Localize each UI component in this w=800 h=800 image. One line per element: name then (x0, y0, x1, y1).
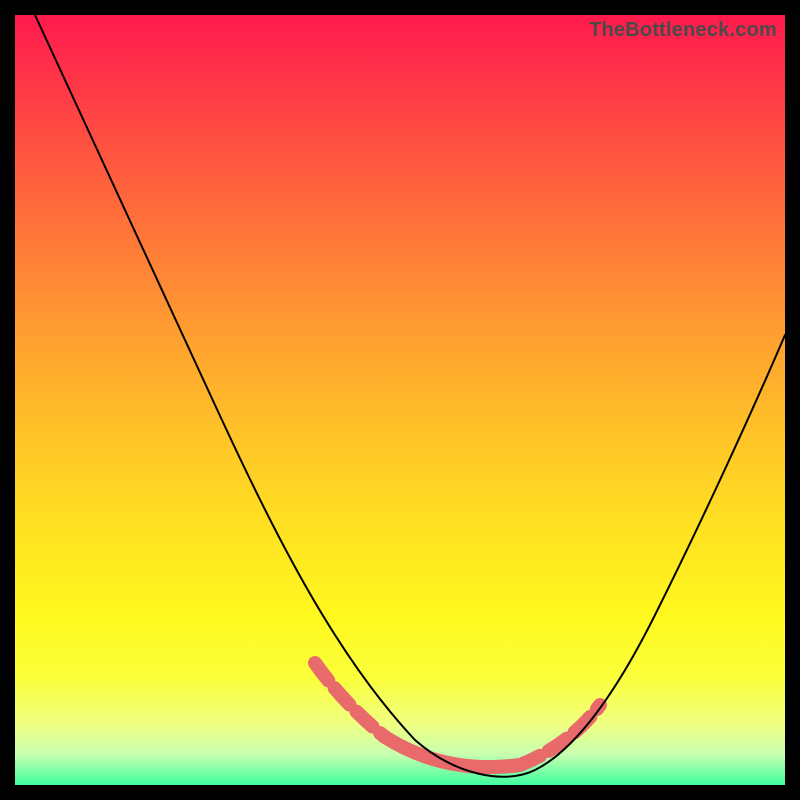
chart-frame: TheBottleneck.com (0, 0, 800, 800)
bottleneck-curve (35, 15, 785, 777)
curve-svg (15, 15, 785, 785)
band-bottom (385, 737, 520, 767)
plot-area: TheBottleneck.com (15, 15, 785, 785)
uncertainty-band (315, 663, 600, 767)
band-left-descent (315, 663, 385, 737)
band-right-ascent (520, 705, 600, 765)
